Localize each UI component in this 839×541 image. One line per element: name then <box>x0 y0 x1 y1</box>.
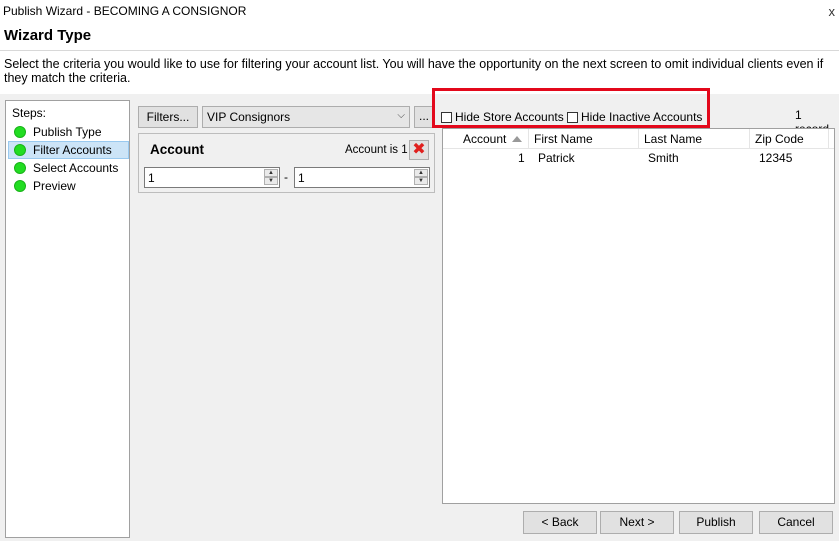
remove-criteria-button[interactable]: ✖ <box>409 140 429 160</box>
stepper-up-icon[interactable]: ▲ <box>264 169 278 177</box>
instructions-text: Select the criteria you would like to us… <box>4 57 824 85</box>
stepper-value: 1 <box>148 171 155 185</box>
cell-first-name: Patrick <box>538 151 575 165</box>
status-dot-icon <box>14 126 26 138</box>
title-bar: Publish Wizard - BECOMING A CONSIGNOR x <box>0 0 839 22</box>
account-from-stepper[interactable]: 1 ▲ ▼ <box>144 167 280 188</box>
account-to-stepper[interactable]: 1 ▲ ▼ <box>294 167 430 188</box>
step-label: Select Accounts <box>33 161 119 175</box>
accounts-grid: Account First Name Last Name Zip Code 1 … <box>442 128 835 504</box>
chevron-down-icon: ⌵ <box>397 110 405 121</box>
grid-header: Account First Name Last Name Zip Code <box>443 129 834 149</box>
steps-panel: Steps: Publish Type Filter Accounts Sele… <box>5 100 130 538</box>
back-button[interactable]: < Back <box>523 511 597 534</box>
close-button[interactable]: x <box>829 4 836 19</box>
column-header-account[interactable]: Account <box>463 132 523 146</box>
column-header-first-name[interactable]: First Name <box>534 132 593 146</box>
cell-account: 1 <box>518 151 525 165</box>
status-dot-icon <box>14 162 26 174</box>
column-divider[interactable] <box>828 129 829 149</box>
filter-select-value: VIP Consignors <box>207 110 291 124</box>
step-preview[interactable]: Preview <box>8 177 129 195</box>
step-filter-accounts[interactable]: Filter Accounts <box>8 141 129 159</box>
criteria-title: Account <box>150 142 204 157</box>
stepper-value: 1 <box>298 171 305 185</box>
window-title: Publish Wizard - BECOMING A CONSIGNOR <box>3 4 247 18</box>
cell-last-name: Smith <box>648 151 679 165</box>
step-select-accounts[interactable]: Select Accounts <box>8 159 129 177</box>
header-divider <box>0 50 839 51</box>
close-icon: ✖ <box>412 141 426 158</box>
stepper-up-icon[interactable]: ▲ <box>414 169 428 177</box>
column-divider[interactable] <box>749 129 750 149</box>
status-dot-icon <box>14 144 26 156</box>
step-label: Filter Accounts <box>33 143 112 157</box>
range-separator: - <box>284 170 288 184</box>
more-filters-button[interactable]: ... <box>414 106 434 128</box>
column-header-last-name[interactable]: Last Name <box>644 132 702 146</box>
cell-zip-code: 12345 <box>759 151 793 165</box>
column-divider[interactable] <box>528 129 529 149</box>
filters-button[interactable]: Filters... <box>138 106 198 128</box>
annotation-highlight-box <box>432 88 710 128</box>
status-dot-icon <box>14 180 26 192</box>
publish-button[interactable]: Publish <box>679 511 753 534</box>
steps-label: Steps: <box>12 106 47 120</box>
sort-ascending-icon <box>512 136 523 142</box>
filter-select[interactable]: VIP Consignors ⌵ <box>202 106 410 128</box>
step-label: Publish Type <box>33 125 102 139</box>
stepper-down-icon[interactable]: ▼ <box>264 177 278 185</box>
column-header-zip-code[interactable]: Zip Code <box>755 132 804 146</box>
step-publish-type[interactable]: Publish Type <box>8 123 129 141</box>
cancel-button[interactable]: Cancel <box>759 511 833 534</box>
step-label: Preview <box>33 179 76 193</box>
column-divider[interactable] <box>638 129 639 149</box>
next-button[interactable]: Next > <box>600 511 674 534</box>
stepper-down-icon[interactable]: ▼ <box>414 177 428 185</box>
criteria-panel: Account Account is 1 ✖ 1 ▲ ▼ - 1 ▲ ▼ <box>138 133 435 193</box>
criteria-status: Account is 1 <box>345 144 408 156</box>
page-title: Wizard Type <box>4 27 92 44</box>
